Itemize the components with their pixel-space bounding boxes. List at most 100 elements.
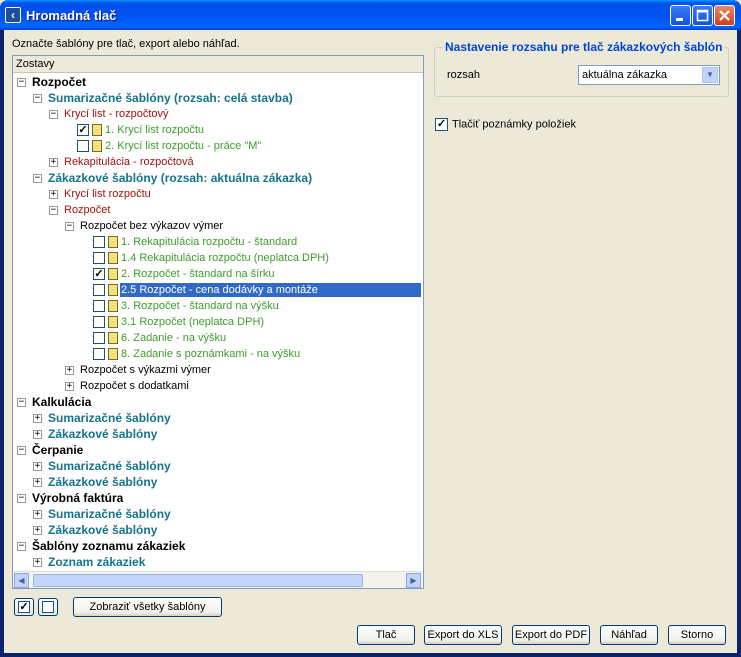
tree-row[interactable]: 2.5 Rozpočet - cena dodávky a montáže [13, 282, 423, 298]
horizontal-scrollbar[interactable]: ◀ ▶ [13, 571, 423, 588]
collapse-icon[interactable]: − [17, 398, 26, 407]
preview-button[interactable]: Náhľad [600, 625, 658, 645]
tree-row[interactable]: 3. Rozpočet - štandard na výšku [13, 298, 423, 314]
tree-row[interactable]: + Sumarizačné šablóny [13, 410, 423, 426]
expand-icon[interactable]: + [33, 430, 42, 439]
tree-row[interactable]: + Rozpočet s dodatkami [13, 378, 423, 394]
tree-row[interactable]: − Šablóny zoznamu zákaziek [13, 538, 423, 554]
checkbox-empty-icon [42, 601, 54, 613]
tree-row[interactable]: − Sumarizačné šablóny (rozsah: celá stavb… [13, 90, 423, 106]
tree-row-label: Rekapitulácia - rozpočtová [64, 156, 194, 168]
tree-row[interactable]: − Krycí list - rozpočtový [13, 106, 423, 122]
maximize-icon [696, 9, 709, 22]
tree-row-label: Zoznam zákaziek [48, 555, 146, 569]
tree-row[interactable]: + Zákazkové šablóny [13, 522, 423, 538]
tree-row[interactable]: + Rozpočet s výkazmi výmer [13, 362, 423, 378]
tree-row[interactable]: 1.4 Rekapitulácia rozpočtu (neplatca DPH… [13, 250, 423, 266]
close-icon [719, 10, 730, 21]
expand-icon[interactable]: + [33, 414, 42, 423]
expand-icon[interactable]: + [33, 462, 42, 471]
collapse-icon[interactable]: − [17, 446, 26, 455]
template-document-icon [92, 124, 102, 136]
print-button[interactable]: Tlač [357, 625, 415, 645]
tree-row-checkbox[interactable] [93, 348, 105, 360]
expand-icon[interactable]: + [33, 558, 42, 567]
tree-row-label: Rozpočet [64, 204, 111, 216]
scroll-thumb[interactable] [33, 574, 363, 587]
tree-row-checkbox[interactable] [93, 316, 105, 328]
close-button[interactable] [714, 5, 735, 26]
tree-row-checkbox[interactable] [77, 140, 89, 152]
expand-icon[interactable]: + [49, 190, 58, 199]
range-select[interactable]: aktuálna zákazka ▼ [578, 65, 720, 85]
tree-row[interactable]: + Zoznam zákaziek [13, 554, 423, 570]
tree-row[interactable]: 8. Zadanie s poznámkami - na výšku [13, 346, 423, 362]
tree-body: − Rozpočet − Sumarizačné šablóny (rozsah: c… [13, 74, 423, 572]
title-bar[interactable]: ‹ Hromadná tlač [0, 0, 741, 30]
maximize-button[interactable] [692, 5, 713, 26]
range-label: rozsah [447, 69, 481, 81]
tree-row-checkbox[interactable] [93, 236, 105, 248]
collapse-icon[interactable]: − [49, 206, 58, 215]
expand-icon[interactable]: + [49, 158, 58, 167]
tree-row[interactable]: − Kalkulácia [13, 394, 423, 410]
print-notes-checkbox[interactable]: ✓ [435, 118, 448, 131]
show-all-templates-button[interactable]: Zobraziť všetky šablóny [73, 597, 222, 617]
tree-row[interactable]: − Zákazkové šablóny (rozsah: aktuálna zák… [13, 170, 423, 186]
tree-row[interactable]: 1. Rekapitulácia rozpočtu - štandard [13, 234, 423, 250]
export-pdf-button[interactable]: Export do PDF [512, 625, 590, 645]
tree-row[interactable]: ✓ 1. Krycí list rozpočtu [13, 122, 423, 138]
tree-row[interactable]: 6. Zadanie - na výšku [13, 330, 423, 346]
tree-row[interactable]: + Zákazkové šablóny [13, 426, 423, 442]
tree-row[interactable]: + Sumarizačné šablóny [13, 506, 423, 522]
tree-row-label: 2. Krycí list rozpočtu - práce "M" [105, 140, 262, 152]
tree-row[interactable]: − Čerpanie [13, 442, 423, 458]
print-notes-option[interactable]: ✓ Tlačiť poznámky položiek [435, 118, 576, 131]
tree-row[interactable]: + Sumarizačné šablóny [13, 458, 423, 474]
tree-row-label: Sumarizačné šablóny (rozsah: celá stavba… [48, 91, 293, 105]
tree-row-checkbox[interactable] [93, 332, 105, 344]
tree-row[interactable]: + Zákazkové šablóny [13, 474, 423, 490]
select-all-button[interactable]: ✓ [14, 598, 34, 616]
collapse-icon[interactable]: − [49, 110, 58, 119]
tree-row[interactable]: + Rekapitulácia - rozpočtová [13, 154, 423, 170]
cancel-button[interactable]: Storno [668, 625, 726, 645]
export-xls-button[interactable]: Export do XLS [424, 625, 502, 645]
collapse-icon[interactable]: − [65, 222, 74, 231]
templates-tree[interactable]: Zostavy − Rozpočet − Sumarizačné šablóny (r… [12, 55, 424, 589]
tree-row-label: Zákazkové šablóny [48, 523, 158, 537]
collapse-icon[interactable]: − [17, 78, 26, 87]
tree-row[interactable]: − Výrobná faktúra [13, 490, 423, 506]
tree-row[interactable]: − Rozpočet bez výkazov výmer [13, 218, 423, 234]
collapse-icon[interactable]: − [17, 494, 26, 503]
tree-row-label: Čerpanie [32, 443, 84, 457]
collapse-icon[interactable]: − [33, 94, 42, 103]
collapse-icon[interactable]: − [17, 542, 26, 551]
minimize-icon [676, 18, 683, 21]
expand-icon[interactable]: + [33, 478, 42, 487]
tree-row[interactable]: + Krycí list rozpočtu [13, 186, 423, 202]
tree-row-checkbox[interactable] [93, 252, 105, 264]
tree-row[interactable]: ✓ 2. Rozpočet - štandard na šírku [13, 266, 423, 282]
scroll-left-button[interactable]: ◀ [14, 573, 29, 588]
expand-icon[interactable]: + [65, 366, 74, 375]
tree-row-checkbox[interactable] [93, 284, 105, 296]
tree-row-checkbox[interactable]: ✓ [93, 268, 105, 280]
chevron-down-icon[interactable]: ▼ [702, 67, 718, 83]
collapse-icon[interactable]: − [33, 174, 42, 183]
scroll-right-button[interactable]: ▶ [406, 573, 421, 588]
tree-row[interactable]: − Rozpočet [13, 202, 423, 218]
minimize-button[interactable] [670, 5, 691, 26]
expand-icon[interactable]: + [33, 526, 42, 535]
tree-row-checkbox[interactable]: ✓ [77, 124, 89, 136]
tree-row[interactable]: 3.1 Rozpočet (neplatca DPH) [13, 314, 423, 330]
expand-icon[interactable]: + [33, 510, 42, 519]
tree-row-label: 3. Rozpočet - štandard na výšku [121, 300, 279, 312]
tree-row[interactable]: − Rozpočet [13, 74, 423, 90]
tree-row-checkbox[interactable] [93, 300, 105, 312]
tree-row[interactable]: 2. Krycí list rozpočtu - práce "M" [13, 138, 423, 154]
tree-column-header[interactable]: Zostavy [13, 56, 423, 73]
deselect-all-button[interactable] [38, 598, 58, 616]
expand-icon[interactable]: + [65, 382, 74, 391]
tree-row-label: Zákazkové šablóny [48, 427, 158, 441]
